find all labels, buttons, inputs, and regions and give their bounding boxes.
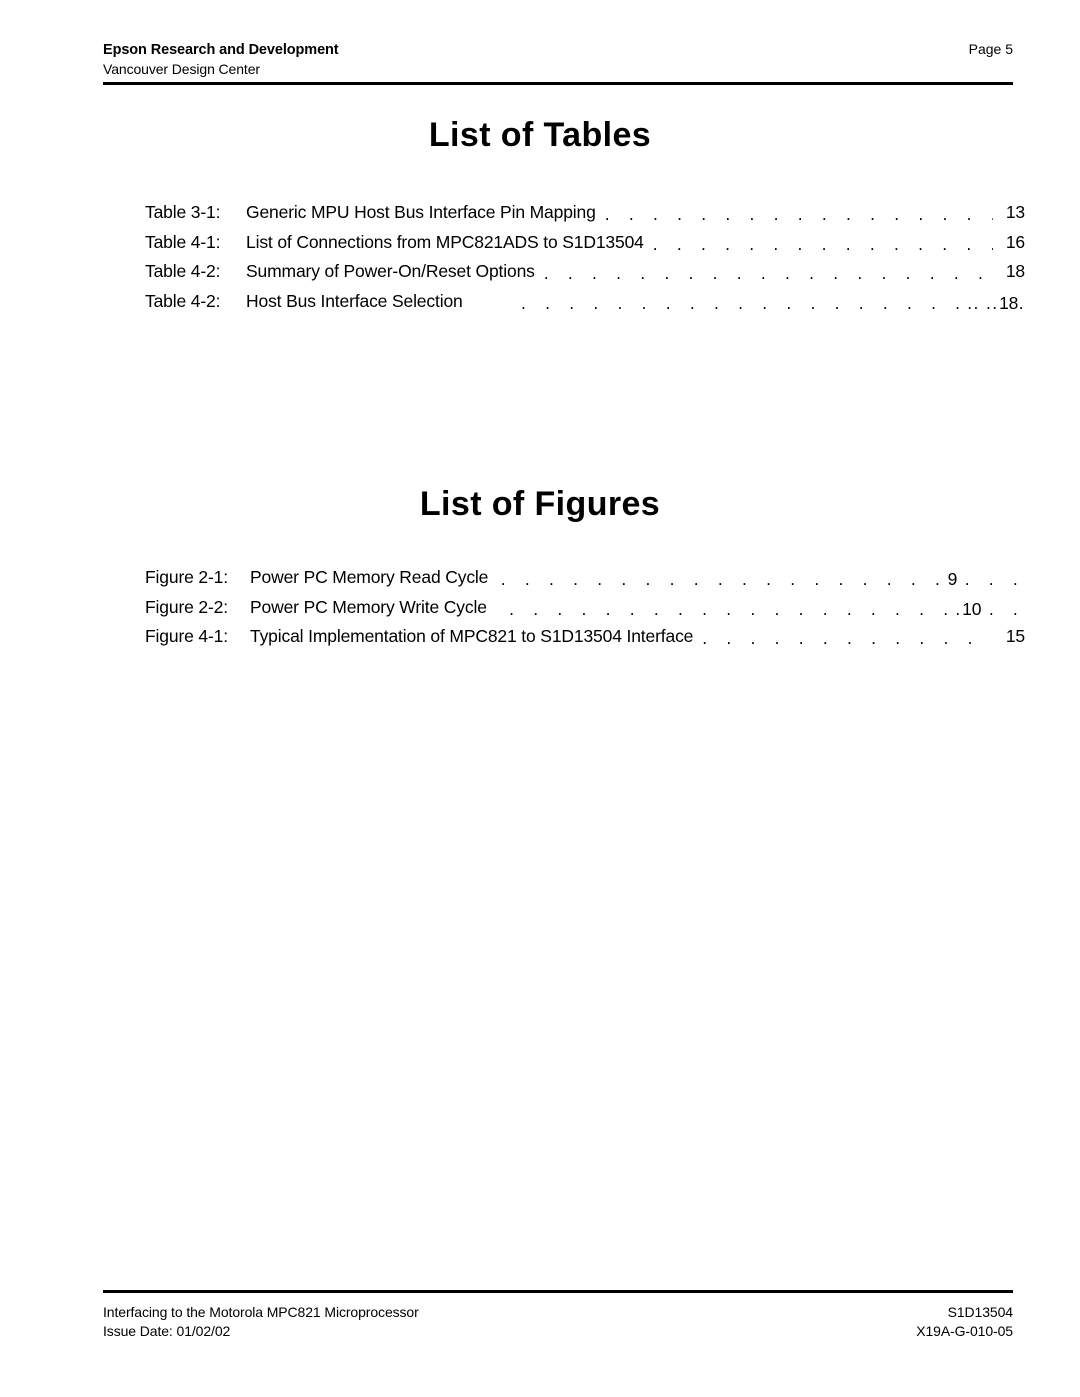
toc-entry-caption: Power PC Memory Write Cycle <box>250 596 487 617</box>
toc-entry-caption: List of Connections from MPC821ADS to S1… <box>246 231 644 252</box>
toc-entry-label: Figure 2-1: <box>145 567 228 587</box>
toc-entry-page-number: 13 <box>1005 202 1025 222</box>
list-of-figures-heading: List of Figures <box>419 485 661 523</box>
toc-entry-caption: Power PC Memory Read Cycle <box>250 567 489 587</box>
toc-entry-figure-2-1[interactable]: Figure 2-1: Power PC Memory Read Cycle .… <box>145 563 1025 593</box>
list-of-figures-entries: Figure 2-1: Power PC Memory Read Cycle .… <box>145 563 1025 652</box>
toc-entry-table-4-2-reset[interactable]: Table 4-2: Summary of Power-On/Reset Opt… <box>145 257 1025 287</box>
footer-row-primary: Interfacing to the Motorola MPC821 Micro… <box>103 1303 1013 1322</box>
footer-divider-rule <box>103 1290 1013 1293</box>
toc-entry-label: Table 4-2: <box>145 261 221 281</box>
header-divider-rule <box>103 82 1013 85</box>
toc-entry-label: Table 4-1: <box>145 231 221 252</box>
toc-entry-label: Table 4-2: <box>145 290 221 311</box>
toc-dot-leader: . . . . . . . . . . . . . . . . <box>652 237 993 254</box>
company-name: Epson Research and Development <box>103 42 339 58</box>
toc-entry-page-number: 15 <box>1005 626 1025 646</box>
toc-entry-caption: Host Bus Interface Selection <box>246 290 463 311</box>
toc-dot-leader: . . . . . . . . . . . . . . . . . . . . … <box>497 572 1025 589</box>
toc-entry-page-number: 9 <box>947 572 958 589</box>
page-number-label: Page 5 <box>968 41 1013 57</box>
toc-dot-leader: . . . . . . . . . . . . . . . . . . . ..… <box>520 296 1025 313</box>
toc-entry-label: Table 3-1: <box>145 202 221 222</box>
header-identity: Epson Research and Development Vancouver… <box>103 41 339 78</box>
footer-row-secondary: Issue Date: 01/02/02 X19A-G-010-05 <box>103 1322 1013 1341</box>
toc-entry-table-4-2-hostbus[interactable]: Table 4-2: Host Bus Interface Selection … <box>145 287 1025 317</box>
page-footer: Interfacing to the Motorola MPC821 Micro… <box>103 1303 1013 1341</box>
toc-entry-table-3-1[interactable]: Table 3-1: Generic MPU Host Bus Interfac… <box>145 198 1025 228</box>
division-name: Vancouver Design Center <box>103 61 260 77</box>
header-row: Epson Research and Development Vancouver… <box>103 40 1013 78</box>
list-of-tables-entries: Table 3-1: Generic MPU Host Bus Interfac… <box>145 198 1025 316</box>
toc-dot-leader: . . . . . . . . . . . . . . . . . . <box>604 207 993 224</box>
document-page: Epson Research and Development Vancouver… <box>0 0 1080 1397</box>
toc-entry-page-number: 10 <box>962 602 982 619</box>
toc-dot-leader: . . . . . . . . . . . . . . . . . . . . … <box>543 266 993 283</box>
toc-entry-figure-4-1[interactable]: Figure 4-1: Typical Implementation of MP… <box>145 622 1025 652</box>
list-of-tables-heading: List of Tables <box>428 116 652 154</box>
toc-dot-leader: . . . . . . . . . . . . . <box>702 631 993 648</box>
toc-entry-page-number: 16 <box>1005 231 1025 252</box>
footer-product-code: S1D13504 <box>947 1304 1013 1320</box>
toc-entry-label: Figure 2-2: <box>145 596 228 617</box>
toc-entry-table-4-1[interactable]: Table 4-1: List of Connections from MPC8… <box>145 228 1025 258</box>
toc-dot-leader: . . . . . . . . . . . . . . . . . . . . … <box>496 602 1025 619</box>
footer-issue-date: Issue Date: 01/02/02 <box>103 1323 231 1339</box>
toc-entry-page-number: 18 <box>1005 261 1025 281</box>
toc-entry-page-number: 18 <box>999 296 1019 313</box>
toc-entry-label: Figure 4-1: <box>145 626 228 646</box>
toc-entry-caption: Generic MPU Host Bus Interface Pin Mappi… <box>246 202 596 222</box>
footer-doc-number: X19A-G-010-05 <box>916 1323 1013 1339</box>
toc-entry-figure-2-2[interactable]: Figure 2-2: Power PC Memory Write Cycle … <box>145 593 1025 623</box>
page-header: Epson Research and Development Vancouver… <box>103 40 1013 78</box>
toc-entry-caption: Typical Implementation of MPC821 to S1D1… <box>250 626 694 646</box>
footer-document-title: Interfacing to the Motorola MPC821 Micro… <box>103 1304 419 1320</box>
toc-entry-caption: Summary of Power-On/Reset Options <box>246 261 535 281</box>
